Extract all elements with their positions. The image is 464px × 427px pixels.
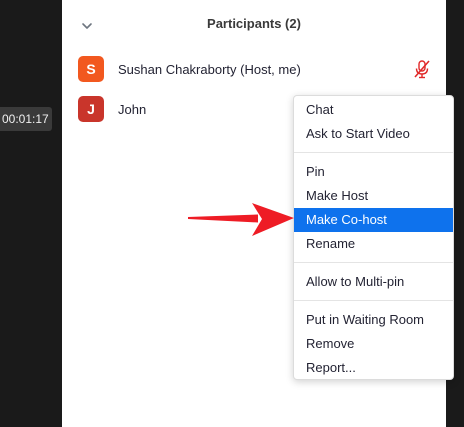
participant-name: Sushan Chakraborty (Host, me) (118, 62, 301, 77)
menu-item-put-in-waiting-room[interactable]: Put in Waiting Room (294, 308, 453, 332)
zoom-meeting-window: 00:01:17 Participants (2) S Sushan Chakr… (0, 0, 464, 427)
participants-panel-header: Participants (2) (62, 0, 446, 50)
menu-item-chat[interactable]: Chat (294, 98, 453, 122)
menu-item-ask-to-start-video[interactable]: Ask to Start Video (294, 122, 453, 146)
menu-divider (294, 152, 453, 153)
avatar: S (78, 56, 104, 82)
red-arrow-annotation (186, 202, 296, 238)
muted-microphone-icon[interactable] (412, 58, 432, 80)
menu-item-rename[interactable]: Rename (294, 232, 453, 256)
menu-item-report[interactable]: Report... (294, 356, 453, 380)
participants-title: Participants (2) (207, 16, 301, 31)
menu-item-remove[interactable]: Remove (294, 332, 453, 356)
meeting-timer: 00:01:17 (0, 107, 52, 131)
menu-item-make-host[interactable]: Make Host (294, 184, 453, 208)
menu-item-make-co-host[interactable]: Make Co-host (294, 208, 453, 232)
participant-context-menu: Chat Ask to Start Video Pin Make Host Ma… (293, 95, 454, 380)
menu-divider (294, 300, 453, 301)
menu-item-pin[interactable]: Pin (294, 160, 453, 184)
participant-row[interactable]: S Sushan Chakraborty (Host, me) (62, 50, 446, 90)
avatar: J (78, 96, 104, 122)
menu-divider (294, 262, 453, 263)
menu-item-allow-to-multi-pin[interactable]: Allow to Multi-pin (294, 270, 453, 294)
participant-name: John (118, 102, 147, 117)
